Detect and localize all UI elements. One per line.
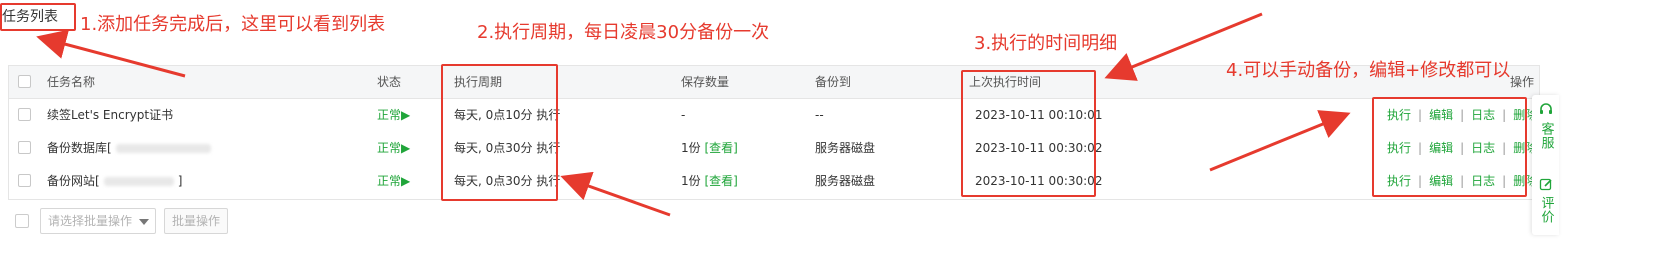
customer-service-button[interactable]: 客服 bbox=[1532, 103, 1559, 150]
retain-count-text: 1份 bbox=[681, 141, 701, 155]
chevron-down-icon bbox=[139, 219, 149, 225]
status-badge[interactable]: 正常▶ bbox=[377, 99, 410, 132]
floating-service-panel: 客服 评价 bbox=[1532, 95, 1559, 235]
view-backups-link[interactable]: [查看] bbox=[704, 174, 737, 188]
retain-count: - bbox=[681, 108, 686, 122]
review-button[interactable]: 评价 bbox=[1532, 177, 1559, 224]
edit-icon bbox=[1539, 178, 1552, 191]
task-name: 续签Let's Encrypt证书 bbox=[47, 108, 174, 122]
table-row: 备份数据库[ 正常▶ 每天, 0点30分 执行 1份 [查看] 服务器磁盘 20… bbox=[9, 132, 1539, 166]
col-header-retain: 保存数量 bbox=[681, 75, 730, 89]
annotation-note-2: 2.执行周期，每日凌晨30分备份一次 bbox=[477, 22, 770, 43]
task-name-text: 备份网站[ bbox=[47, 174, 100, 188]
redacted-text bbox=[115, 144, 211, 153]
col-header-backup-to: 备份到 bbox=[815, 75, 852, 89]
backup-destination: -- bbox=[815, 108, 824, 122]
retain-count: 1份 [查看] bbox=[681, 165, 738, 198]
batch-operation-select[interactable]: 请选择批量操作 bbox=[40, 208, 156, 234]
annotation-box-last-exec bbox=[961, 70, 1096, 197]
table-row: 备份网站[] 正常▶ 每天, 0点30分 执行 1份 [查看] 服务器磁盘 20… bbox=[9, 165, 1539, 198]
batch-select-placeholder: 请选择批量操作 bbox=[48, 214, 133, 228]
retain-count-text: 1份 bbox=[681, 174, 701, 188]
retain-count: 1份 [查看] bbox=[681, 132, 738, 165]
task-table: 任务名称 状态 执行周期 保存数量 备份到 上次执行时间 操作 续签Let's … bbox=[8, 65, 1540, 200]
col-header-actions: 操作 bbox=[1510, 75, 1535, 89]
row-checkbox[interactable] bbox=[18, 108, 31, 121]
status-badge[interactable]: 正常▶ bbox=[377, 165, 410, 198]
row-checkbox[interactable] bbox=[18, 141, 31, 154]
batch-operation-button[interactable]: 批量操作 bbox=[164, 208, 228, 234]
customer-service-label: 客服 bbox=[1538, 122, 1554, 150]
annotation-box-title bbox=[0, 3, 76, 31]
headset-icon bbox=[1539, 103, 1552, 114]
annotation-note-3: 3.执行的时间明细 bbox=[974, 33, 1118, 54]
row-checkbox[interactable] bbox=[18, 174, 31, 187]
status-badge[interactable]: 正常▶ bbox=[377, 132, 410, 165]
task-name: 备份数据库[ bbox=[47, 132, 211, 165]
select-all-checkbox[interactable] bbox=[18, 75, 31, 88]
task-name: 备份网站[] bbox=[47, 165, 182, 198]
redacted-text bbox=[103, 177, 174, 186]
col-header-name: 任务名称 bbox=[47, 75, 96, 89]
table-row: 续签Let's Encrypt证书 正常▶ 每天, 0点10分 执行 - -- … bbox=[9, 99, 1539, 133]
annotation-note-1: 1.添加任务完成后，这里可以看到列表 bbox=[80, 14, 386, 35]
batch-select-all-checkbox[interactable] bbox=[15, 214, 29, 228]
annotation-box-actions bbox=[1372, 97, 1527, 197]
col-header-status: 状态 bbox=[377, 75, 402, 89]
task-name-text: 备份数据库[ bbox=[47, 141, 112, 155]
task-name-suffix: ] bbox=[177, 174, 183, 188]
backup-destination: 服务器磁盘 bbox=[815, 141, 876, 155]
view-backups-link[interactable]: [查看] bbox=[704, 141, 737, 155]
annotation-note-4: 4.可以手动备份，编辑+修改都可以 bbox=[1226, 60, 1511, 81]
annotation-box-period bbox=[441, 64, 558, 201]
review-label: 评价 bbox=[1538, 196, 1554, 224]
backup-destination: 服务器磁盘 bbox=[815, 174, 876, 188]
